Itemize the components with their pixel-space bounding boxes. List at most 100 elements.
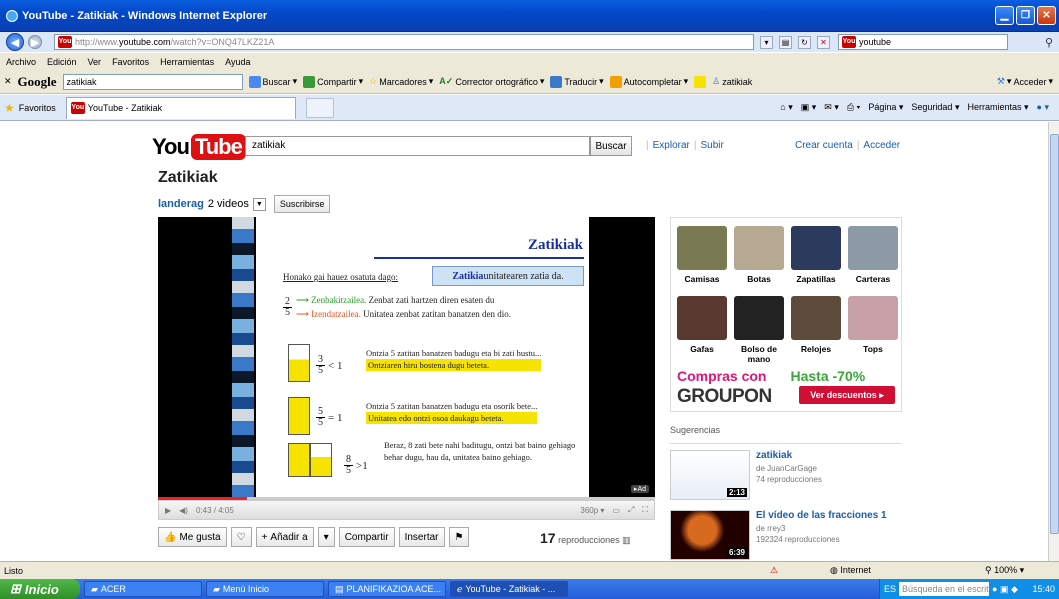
youtube-logo[interactable]: You Tube bbox=[152, 134, 246, 160]
google-search-input[interactable]: zatikiak bbox=[62, 73, 243, 90]
tools-menu[interactable]: Herramientas ▾ bbox=[967, 102, 1028, 113]
dislike-button[interactable]: ♡ bbox=[230, 527, 252, 547]
taskbar-item-menu-inicio[interactable]: ▰ Menú Inicio bbox=[206, 581, 324, 597]
back-button[interactable]: ◀ bbox=[6, 33, 24, 51]
google-marcadores-button[interactable]: ☆ Marcadores ▾ bbox=[369, 76, 433, 87]
minimize-button[interactable]: ▁ bbox=[995, 6, 1014, 25]
window-titlebar: YouTube - Zatikiak - Windows Internet Ex… bbox=[0, 0, 1059, 32]
google-autocompletar-button[interactable]: Autocompletar ▾ bbox=[609, 75, 688, 88]
quality-selector[interactable]: 360p ▾ bbox=[580, 506, 604, 515]
wrench-icon: ⚒ bbox=[996, 76, 1005, 86]
youtube-search-input[interactable]: zatikiak bbox=[245, 136, 590, 156]
flag-button[interactable]: ⚑ bbox=[448, 527, 470, 547]
google-buscar-button[interactable]: Buscar ▾ bbox=[248, 75, 297, 88]
play-icon[interactable]: ▶ bbox=[165, 506, 171, 515]
menu-ver[interactable]: Ver bbox=[88, 57, 102, 67]
like-button[interactable]: 👍 Me gusta bbox=[158, 527, 227, 547]
menu-ayuda[interactable]: Ayuda bbox=[225, 57, 250, 67]
google-highlight-button[interactable] bbox=[694, 75, 707, 88]
row-1-text: Ontzia 5 zatitan banatzen badugu eta bi … bbox=[366, 348, 542, 371]
start-button[interactable]: ⊞ Inicio bbox=[0, 579, 80, 599]
stats-icon[interactable]: ▥ bbox=[622, 535, 631, 545]
menu-archivo[interactable]: Archivo bbox=[6, 57, 36, 67]
document-icon: ▤ bbox=[335, 583, 344, 594]
fullscreen-icon[interactable]: ⛶ bbox=[642, 505, 648, 515]
view-count: 17 reproducciones ▥ bbox=[540, 530, 631, 546]
tab-youtube[interactable]: You YouTube - Zatikiak bbox=[65, 96, 296, 119]
google-traducir-button[interactable]: Traducir ▾ bbox=[550, 75, 604, 88]
slide-fraction-parts: 25 ⟶ Zenbakitzailea. Zenbat zati hartzen… bbox=[283, 295, 512, 319]
crear-cuenta-link[interactable]: Crear cuenta bbox=[795, 140, 853, 151]
vertical-scrollbar[interactable] bbox=[1048, 122, 1059, 562]
scrollbar-thumb[interactable] bbox=[1050, 134, 1059, 534]
google-term-button[interactable]: ♙ zatikiak bbox=[712, 76, 752, 87]
chevron-down-icon[interactable]: ▼ bbox=[252, 197, 266, 211]
add-to-button[interactable]: + Añadir a bbox=[255, 527, 314, 547]
menu-herramientas[interactable]: Herramientas bbox=[160, 57, 214, 67]
status-warning-icon[interactable]: ⚠ bbox=[770, 565, 778, 576]
ad-product-camisas[interactable]: Camisas bbox=[674, 226, 730, 284]
ad-product-carteras[interactable]: Carteras bbox=[845, 226, 901, 284]
suggestion-thumbnail[interactable]: 6:39 bbox=[670, 510, 750, 560]
ie-search-input[interactable]: You youtube bbox=[838, 34, 1008, 50]
subscribe-button[interactable]: Suscribirse bbox=[273, 195, 331, 213]
maximize-button[interactable]: ❐ bbox=[1016, 6, 1035, 25]
google-compartir-button[interactable]: Compartir ▾ bbox=[303, 75, 363, 88]
ad-product-botas[interactable]: Botas bbox=[731, 226, 787, 284]
ad-product-tops[interactable]: Tops bbox=[845, 296, 901, 354]
close-button[interactable]: ✕ bbox=[1037, 6, 1056, 25]
acceder-link[interactable]: Acceder bbox=[863, 140, 900, 151]
taskbar-item-planifikazioa[interactable]: ▤ PLANIFIKAZIOA ACE... bbox=[328, 581, 446, 597]
tray-icons[interactable]: ● ▣ ◆ bbox=[992, 584, 1018, 595]
youtube-search-button[interactable]: Buscar bbox=[590, 136, 632, 156]
video-player[interactable]: Zatikiak Honako gai hauez osatuta dago: … bbox=[158, 217, 655, 497]
language-indicator[interactable]: ES bbox=[884, 584, 896, 594]
explorar-link[interactable]: Explorar bbox=[653, 140, 690, 151]
refresh-icon[interactable]: ↻ bbox=[798, 35, 811, 49]
desktop-search-input[interactable]: Búsqueda en el escrit... bbox=[899, 582, 990, 596]
subir-link[interactable]: Subir bbox=[700, 140, 723, 151]
suggestion-thumbnail[interactable]: 2:13 bbox=[670, 450, 750, 500]
security-menu[interactable]: Seguridad ▾ bbox=[911, 102, 959, 113]
page-menu[interactable]: Página ▾ bbox=[868, 102, 903, 113]
ad-product-bolso[interactable]: Bolso de mano bbox=[731, 296, 787, 364]
compat-icon[interactable]: ▤ bbox=[779, 35, 792, 49]
ad-cta-button[interactable]: Ver descuentos ▸ bbox=[799, 386, 895, 404]
add-to-dropdown[interactable]: ▾ bbox=[317, 527, 335, 547]
thumbs-up-icon: 👍 bbox=[164, 531, 177, 543]
search-icon[interactable]: ⚲ bbox=[1045, 36, 1053, 49]
mail-icon[interactable]: ✉ ▾ bbox=[824, 102, 839, 113]
taskbar-item-acer[interactable]: ▰ ACER bbox=[84, 581, 202, 597]
feeds-icon[interactable]: ▣ ▾ bbox=[801, 102, 817, 113]
zoom-control[interactable]: ⚲ 100% ▾ bbox=[985, 565, 1024, 576]
google-corrector-button[interactable]: A✓ Corrector ortográfico ▾ bbox=[439, 76, 544, 87]
forward-button[interactable]: ▶ bbox=[28, 35, 42, 49]
suggestion-item[interactable]: 6:39 El vídeo de las fracciones 1 de rrey… bbox=[670, 510, 902, 560]
home-icon[interactable]: ⌂ ▾ bbox=[780, 102, 792, 113]
share-button[interactable]: Compartir bbox=[338, 527, 395, 547]
ad-product-gafas[interactable]: Gafas bbox=[674, 296, 730, 354]
stop-icon[interactable]: ✕ bbox=[817, 35, 830, 49]
embed-button[interactable]: Insertar bbox=[398, 527, 445, 547]
address-input[interactable]: You http://www. youtube.com/watch?v=ONQ47… bbox=[54, 34, 754, 50]
ad-product-zapatillas[interactable]: Zapatillas bbox=[788, 226, 844, 284]
menu-edicion[interactable]: Edición bbox=[47, 57, 77, 67]
volume-icon[interactable]: ◀) bbox=[179, 506, 188, 515]
menu-bar: Archivo Edición Ver Favoritos Herramient… bbox=[0, 53, 1059, 70]
menu-favoritos[interactable]: Favoritos bbox=[112, 57, 149, 67]
ad-product-relojes[interactable]: Relojes bbox=[788, 296, 844, 354]
help-icon[interactable]: ● ▾ bbox=[1037, 102, 1049, 113]
close-toolbar-icon[interactable]: ✕ bbox=[4, 76, 12, 87]
windows-logo-icon: ⊞ bbox=[10, 581, 21, 596]
popout-icon[interactable]: ▭ bbox=[612, 506, 620, 515]
expand-icon[interactable]: ⤢ bbox=[628, 505, 634, 515]
new-tab-button[interactable] bbox=[305, 97, 334, 118]
channel-link[interactable]: landerag bbox=[158, 198, 204, 210]
groupon-ad[interactable]: Camisas Botas Zapatillas Carteras Gafas … bbox=[670, 217, 902, 412]
print-icon[interactable]: ⎙ ▾ bbox=[847, 102, 860, 113]
dropdown-icon[interactable]: ▾ bbox=[760, 35, 773, 49]
favorites-button[interactable]: ★ Favoritos bbox=[4, 101, 56, 115]
google-acceder-button[interactable]: ⚒ ▾ Acceder ▾ bbox=[997, 76, 1053, 87]
taskbar-item-youtube[interactable]: ℯ YouTube - Zatikiak - ... bbox=[450, 581, 568, 597]
suggestion-item[interactable]: 2:13 zatikiak de JuanCarGage 74 reproducci… bbox=[670, 450, 902, 500]
